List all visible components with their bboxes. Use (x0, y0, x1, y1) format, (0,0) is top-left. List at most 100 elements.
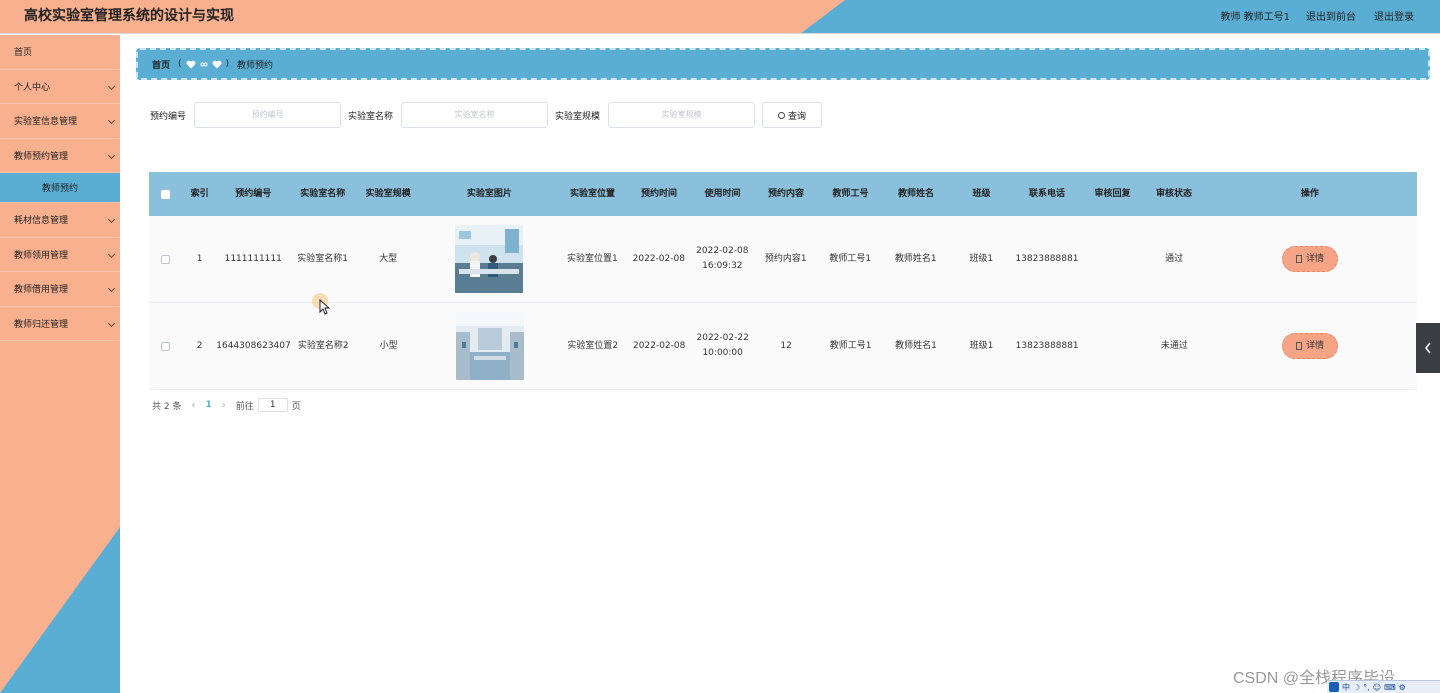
lab-scale-cell: 大型 (379, 253, 398, 264)
goto-page-input[interactable]: 1 (257, 398, 288, 412)
booking-no-input[interactable]: 预约编号 (194, 102, 342, 128)
sidebar-item-label: 实验室信息管理 (14, 117, 78, 128)
logout-link[interactable]: 退出登录 (1374, 8, 1414, 23)
sidebar-item-teacher-receive[interactable]: 教师领用管理 (0, 238, 120, 272)
lab-name-input[interactable]: 实验室名称 (401, 102, 549, 128)
lab-name-label: 实验室名称 (348, 111, 394, 122)
column-header: 审核状态 (1155, 188, 1192, 199)
operation-cell: 详情 (1203, 246, 1417, 272)
breadcrumb: 首页 ( ) 教师预约 (136, 48, 1430, 80)
sidebar-subitem-teacher-booking[interactable]: 教师预约 (0, 173, 120, 203)
table-row: 2 1644308623407 实验室名称2 小型 实验室位置2 2022-02… (149, 303, 1417, 390)
paren-close: ) (225, 59, 230, 69)
top-header: 高校实验室管理系统的设计与实现 教师 教师工号1 退出到前台 退出登录 (0, 0, 1440, 34)
lab-name-cell: 实验室名称1 (297, 253, 349, 264)
sidebar-item-label: 教师归还管理 (14, 319, 69, 330)
row-checkbox[interactable] (161, 254, 171, 264)
lab-image-cell (421, 312, 558, 380)
use-time-cell: 2022-02-22 10:00:00 (696, 333, 749, 358)
sidebar-item-teacher-return[interactable]: 教师归还管理 (0, 307, 120, 341)
lab-name-cell: 实验室名称2 (297, 340, 349, 351)
booking-no-cell: 1111111111 (224, 253, 282, 264)
prev-page-icon[interactable]: ‹ (191, 400, 195, 411)
emoji-icon: ☺ (1372, 682, 1382, 692)
keyboard-icon: ⌨ (1384, 682, 1396, 692)
table-row: 1 1111111111 实验室名称1 大型 实验室位置1 2022-02-08… (149, 216, 1417, 303)
page-suffix: 页 (291, 401, 301, 412)
sidebar-item-teacher-borrow[interactable]: 教师借用管理 (0, 272, 120, 307)
sidebar-item-lab-info[interactable]: 实验室信息管理 (0, 104, 120, 139)
row-select-cell (149, 341, 183, 351)
phone-cell: 13823888881 (1015, 253, 1079, 264)
pagination: 共 2 条 ‹ 1 › 前往 1 页 (152, 398, 301, 412)
teacher-no-cell: 教师工号1 (829, 340, 872, 351)
sidebar-item-consumables[interactable]: 耗材信息管理 (0, 203, 120, 238)
ime-language[interactable]: 中 (1342, 682, 1350, 693)
sidebar-item-label: 教师预约管理 (14, 151, 69, 162)
detail-button[interactable]: 详情 (1281, 246, 1338, 272)
index-cell: 1 (196, 253, 203, 264)
sidebar-item-teacher-booking-mgmt[interactable]: 教师预约管理 (0, 139, 120, 173)
sidebar-item-personal-center[interactable]: 个人中心 (0, 70, 120, 104)
total-count: 共 2 条 (152, 401, 182, 412)
search-button-label: 查询 (788, 111, 807, 122)
document-icon (1295, 255, 1302, 263)
chevron-down-icon (107, 151, 116, 159)
booking-no-label: 预约编号 (150, 111, 187, 122)
sidebar-item-label: 教师预约 (41, 184, 78, 194)
column-header: 实验室规模 (365, 188, 411, 199)
booking-content-cell: 预约内容1 (764, 253, 807, 264)
moon-icon: ☽ (1353, 682, 1361, 692)
teacher-no-cell: 教师工号1 (829, 253, 872, 264)
page-number[interactable]: 1 (205, 400, 211, 410)
detail-button[interactable]: 详情 (1282, 333, 1339, 359)
heart-icon (212, 60, 221, 68)
ime-logo-icon (1329, 682, 1339, 692)
column-header: 联系电话 (1028, 188, 1065, 199)
teacher-name-cell: 教师姓名1 (894, 253, 937, 264)
lab-image-cell (421, 225, 558, 293)
lab-position-cell: 实验室位置1 (567, 253, 618, 264)
column-header: 班级 (972, 188, 991, 199)
next-page-icon[interactable]: › (222, 400, 226, 411)
breadcrumb-home[interactable]: 首页 (152, 58, 170, 71)
lab-position-cell: 实验室位置2 (567, 340, 619, 351)
side-panel-toggle[interactable] (1416, 323, 1440, 373)
mouse-cursor-icon (319, 299, 330, 315)
exit-to-front-link[interactable]: 退出到前台 (1306, 8, 1356, 23)
sidebar-blue-corner (0, 527, 120, 693)
goto-label: 前往 (235, 401, 254, 412)
column-header: 实验室名称 (300, 188, 346, 199)
review-status-cell: 未通过 (1160, 340, 1188, 351)
row-checkbox[interactable] (161, 341, 171, 351)
use-time-cell: 2022-02-08 16:09:32 (696, 246, 749, 271)
column-header: 索引 (190, 188, 209, 199)
booking-content-cell: 12 (780, 340, 792, 351)
teacher-name-cell: 教师姓名1 (895, 340, 937, 351)
index-cell: 2 (196, 340, 203, 351)
row-select-cell (149, 254, 183, 264)
detail-button-label: 详情 (1306, 340, 1325, 351)
ime-tray: 中 ☽ °, ☺ ⌨ ⚙ (1327, 680, 1440, 693)
sidebar: 首页 个人中心 实验室信息管理 教师预约管理 教师预约 耗材信息管理 教师领用管… (0, 35, 120, 693)
search-button[interactable]: 查询 (762, 102, 823, 128)
column-header: 预约内容 (768, 188, 805, 199)
infinity-icon (200, 62, 208, 66)
column-header: 操作 (1300, 188, 1319, 199)
chevron-down-icon (107, 319, 116, 327)
booking-time-cell: 2022-02-08 (632, 253, 685, 264)
settings-icon: ⚙ (1398, 682, 1406, 692)
breadcrumb-current: 教师预约 (237, 60, 274, 71)
lab-photo-2[interactable] (455, 312, 524, 380)
column-header: 预约时间 (640, 188, 677, 199)
select-all-checkbox[interactable] (161, 189, 171, 199)
document-icon (1296, 342, 1303, 350)
table-header: 索引 预约编号 实验室名称 实验室规模 实验室图片 实验室位置 预约时间 使用时… (149, 172, 1417, 216)
chevron-down-icon (107, 82, 116, 90)
sidebar-item-home[interactable]: 首页 (0, 35, 120, 70)
lab-photo-1[interactable] (455, 225, 524, 293)
chevron-down-icon (107, 250, 116, 258)
column-header: 教师工号 (832, 188, 869, 199)
lab-scale-input[interactable]: 实验室规模 (608, 102, 756, 128)
paren-open: ( (178, 59, 182, 69)
